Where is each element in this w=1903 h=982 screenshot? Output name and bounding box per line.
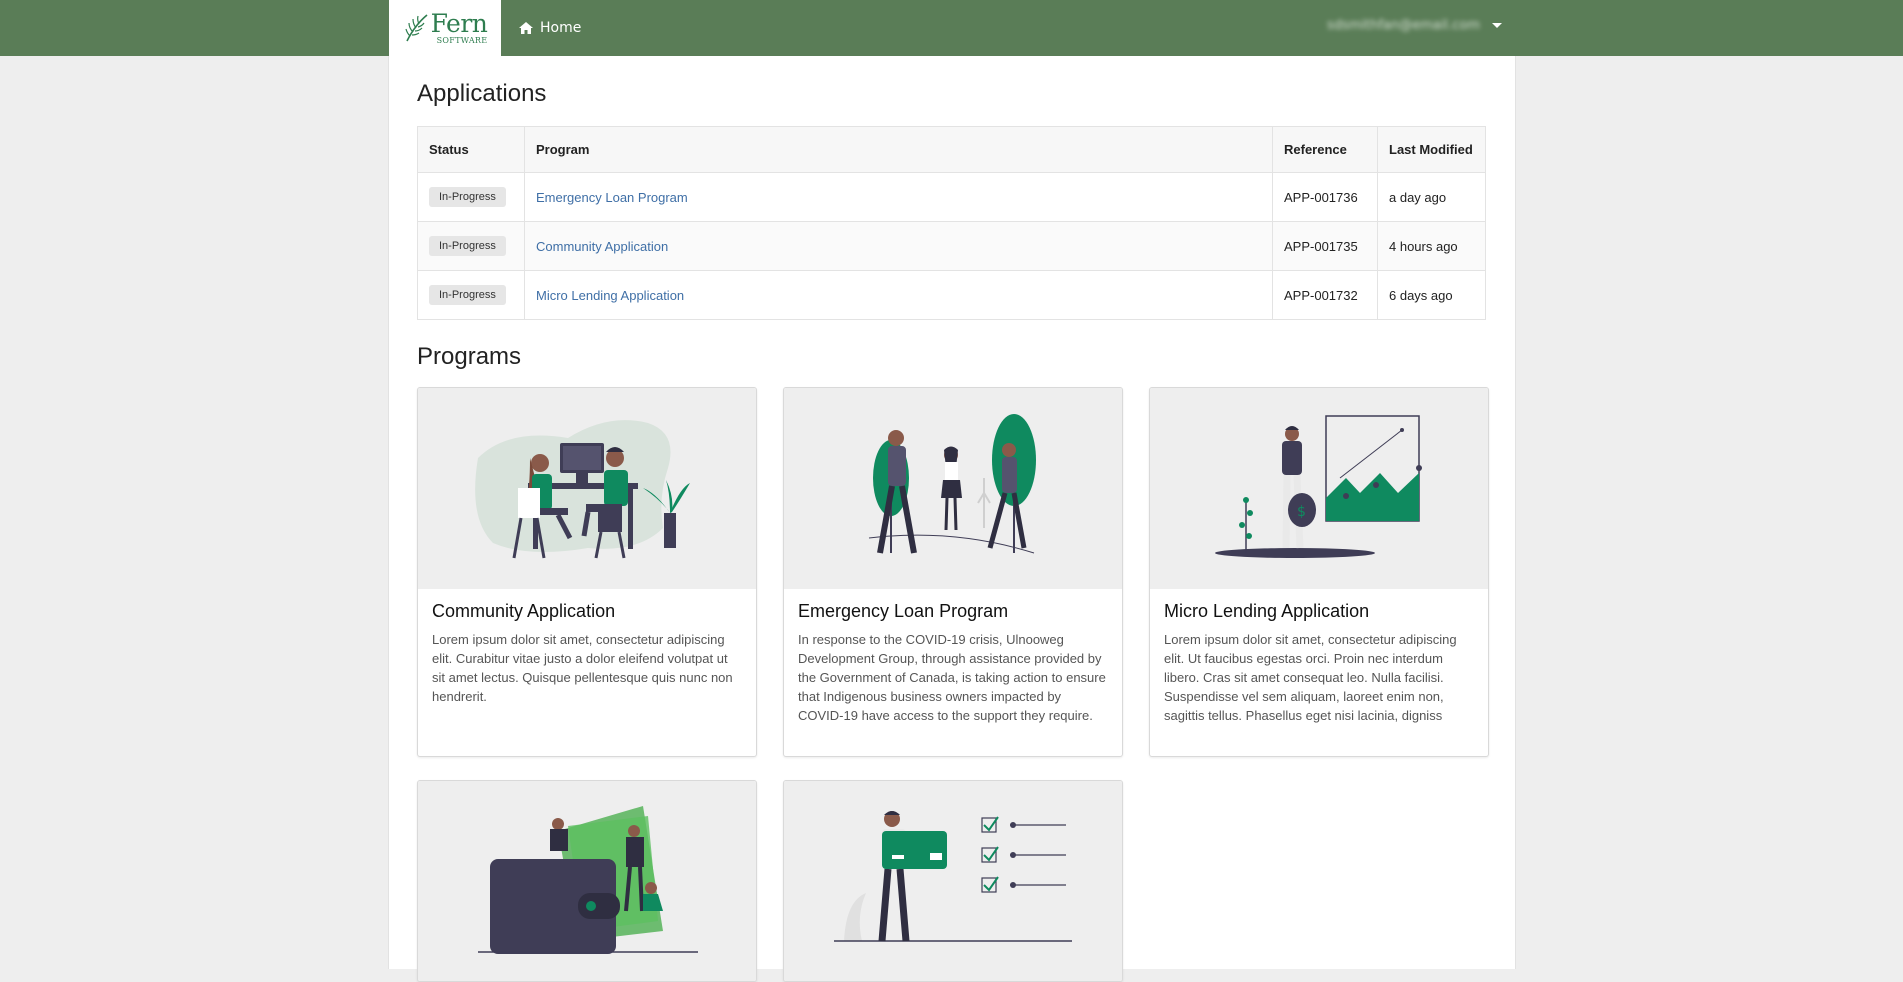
column-header-last-modified: Last Modified [1377, 126, 1486, 173]
card-title: Community Application [432, 601, 616, 621]
modified-cell: a day ago [1377, 172, 1486, 222]
program-card-micro-lending[interactable]: $ Micro Lending Application Lorem ipsum … [1149, 387, 1489, 757]
people-walking-illustration [868, 414, 1036, 554]
column-header-reference: Reference [1272, 126, 1378, 173]
program-link[interactable]: Emergency Loan Program [536, 190, 688, 205]
nav-home-link[interactable]: Home [518, 17, 581, 39]
top-navbar: Fern SOFTWARE Home sdsmithfan@email.com [0, 0, 1903, 56]
fern-leaf-icon [404, 14, 428, 42]
main-content: Applications Status Program Reference La… [388, 56, 1516, 982]
applications-table: Status Program Reference Last Modified I… [417, 126, 1486, 320]
user-menu-dropdown[interactable]: sdsmithfan@email.com [1327, 18, 1502, 33]
svg-text:$: $ [1297, 504, 1306, 520]
caret-down-icon [1492, 23, 1502, 28]
reference-cell: APP-001736 [1272, 172, 1378, 222]
reference-cell: APP-001735 [1272, 221, 1378, 271]
status-badge: In-Progress [429, 236, 506, 256]
nav-home-label: Home [540, 20, 582, 36]
modified-cell: 6 days ago [1377, 270, 1486, 320]
user-email: sdsmithfan@email.com [1327, 18, 1480, 33]
status-badge: In-Progress [429, 285, 506, 305]
card-description: Lorem ipsum dolor sit amet, consectetur … [1164, 632, 1457, 723]
card-description: In response to the COVID-19 crisis, Ulno… [798, 632, 1106, 723]
status-badge: In-Progress [429, 187, 506, 207]
brand-name: Fern [430, 9, 488, 38]
wallet-money-illustration [478, 806, 698, 954]
table-row: In-Progress Emergency Loan Program APP-0… [417, 172, 1486, 222]
programs-heading: Programs [417, 343, 522, 370]
program-card-wallet[interactable] [417, 780, 757, 982]
program-link[interactable]: Micro Lending Application [536, 288, 684, 303]
card-illustration [784, 781, 1122, 981]
card-illustration: $ [1150, 388, 1488, 589]
brand-logo[interactable]: Fern SOFTWARE [389, 0, 501, 56]
card-illustration [418, 781, 756, 981]
program-link[interactable]: Community Application [536, 239, 668, 254]
people-at-computer-illustration [475, 420, 690, 559]
program-card-community[interactable]: Community Application Lorem ipsum dolor … [417, 387, 757, 757]
program-card-emergency-loan[interactable]: Emergency Loan Program In response to th… [783, 387, 1123, 757]
card-illustration [418, 388, 756, 589]
reference-cell: APP-001732 [1272, 270, 1378, 320]
brand-subtitle: SOFTWARE [436, 36, 488, 45]
growth-chart-illustration: $ [1215, 415, 1422, 558]
card-illustration [784, 388, 1122, 589]
card-title: Micro Lending Application [1164, 601, 1370, 621]
program-card-credit[interactable] [783, 780, 1123, 982]
credit-card-checklist-illustration [834, 811, 1072, 942]
table-row: In-Progress Community Application APP-00… [417, 221, 1486, 271]
column-header-status: Status [417, 126, 525, 173]
modified-cell: 4 hours ago [1377, 221, 1486, 271]
card-description: Lorem ipsum dolor sit amet, consectetur … [432, 632, 733, 704]
home-icon [519, 22, 533, 34]
card-title: Emergency Loan Program [798, 601, 1009, 621]
column-header-program: Program [524, 126, 1273, 173]
applications-heading: Applications [417, 80, 547, 107]
table-row: In-Progress Micro Lending Application AP… [417, 270, 1486, 320]
